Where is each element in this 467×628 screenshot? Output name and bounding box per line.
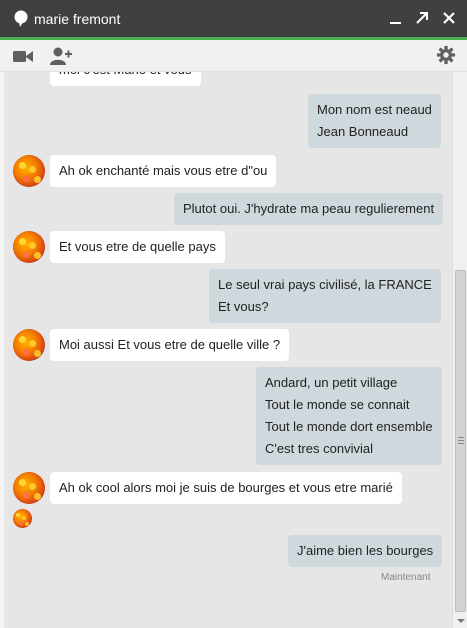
message-text: Ah ok cool alors moi je suis de bourges … <box>59 480 393 495</box>
scrollbar-thumb[interactable] <box>455 270 466 612</box>
video-camera-icon[interactable] <box>12 48 34 68</box>
conversation-pane[interactable]: moi c'est Marie et vous Mon nom est neau… <box>4 72 452 628</box>
conversation-scrollbar[interactable] <box>452 72 467 628</box>
contact-avatar[interactable] <box>13 155 45 187</box>
message-text: J'aime bien les bourges <box>297 543 434 558</box>
message-text: Ah ok enchanté mais vous etre d"ou <box>59 163 268 178</box>
message-text: Et vous etre de quelle pays <box>59 239 216 254</box>
message-outgoing: J'aime bien les bourges <box>288 535 443 567</box>
message-text: Et vous? <box>218 299 269 314</box>
message-outgoing: Andard, un petit village Tout le monde s… <box>256 367 442 465</box>
message-text: moi c'est Marie et vous <box>59 72 192 81</box>
message-outgoing: Le seul vrai pays civilisé, la FRANCE Et… <box>209 269 441 323</box>
message-text: Tout le monde se connait <box>265 397 410 412</box>
scrollbar-grip <box>458 437 464 438</box>
scrollbar-grip <box>458 443 464 444</box>
chat-title: marie fremont <box>34 11 121 27</box>
contact-avatar[interactable] <box>13 472 45 504</box>
add-person-icon[interactable] <box>50 46 72 66</box>
message-incoming: Et vous etre de quelle pays <box>50 231 225 263</box>
message-text: Mon nom est neaud <box>317 102 432 117</box>
message-text: Andard, un petit village <box>265 375 398 390</box>
message-outgoing: Plutot oui. J'hydrate ma peau regulierem… <box>174 193 444 225</box>
contact-avatar[interactable] <box>13 329 45 361</box>
message-text: Tout le monde dort ensemble <box>265 419 433 434</box>
message-timestamp: Maintenant <box>381 572 431 583</box>
message-text: Jean Bonneaud <box>317 124 409 139</box>
message-text: Le seul vrai pays civilisé, la FRANCE <box>218 277 432 292</box>
contact-avatar[interactable] <box>13 231 45 263</box>
gear-icon[interactable] <box>435 45 457 65</box>
close-icon[interactable] <box>440 9 458 27</box>
message-text: Moi aussi Et vous etre de quelle ville ? <box>59 337 281 352</box>
message-incoming: Ah ok cool alors moi je suis de bourges … <box>50 472 402 504</box>
scrollbar-grip <box>458 440 464 441</box>
chat-titlebar[interactable]: marie fremont <box>0 0 467 37</box>
message-text: C'est tres convivial <box>265 441 373 456</box>
message-incoming: Ah ok enchanté mais vous etre d"ou <box>50 155 277 187</box>
message-incoming: Moi aussi Et vous etre de quelle ville ? <box>50 329 290 361</box>
popout-arrow-icon[interactable] <box>413 9 431 27</box>
minimize-icon[interactable] <box>387 9 405 27</box>
chat-toolbar <box>0 40 467 72</box>
message-outgoing: Mon nom est neaud Jean Bonneaud <box>308 94 441 148</box>
chat-bubble-icon <box>14 10 28 27</box>
message-incoming: moi c'est Marie et vous <box>50 72 201 86</box>
seen-indicator-avatar <box>13 509 32 528</box>
scroll-down-arrow-icon[interactable] <box>457 619 465 623</box>
message-text: Plutot oui. J'hydrate ma peau regulierem… <box>183 201 435 216</box>
